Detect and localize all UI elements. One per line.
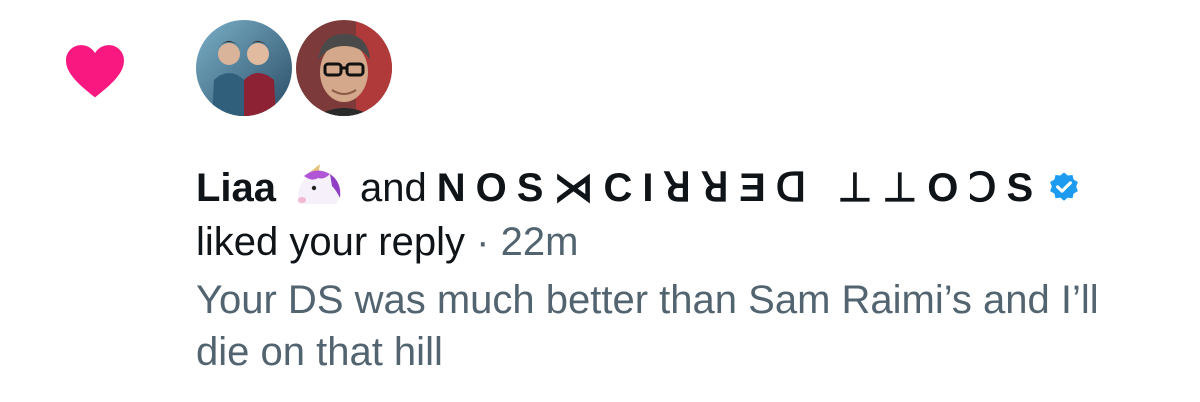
separator-dot: · [476,220,490,264]
timestamp[interactable]: 22m [501,220,579,264]
reply-text[interactable]: Your DS was much better than Sam Raimi’s… [196,274,1156,378]
unicorn-emoji [297,164,341,204]
avatar-user-2[interactable] [296,20,392,116]
action-text: liked your reply [196,220,466,264]
notification-action: liked your reply · 22m [196,216,1186,268]
avatar-user-1[interactable] [196,20,292,116]
verified-badge-icon [1050,172,1079,201]
user1-name[interactable]: Liaa [196,160,276,216]
notification-names: Liaa and NOS⋊CIꓤꓤƎᗡ ⊥⊥OↃS [196,160,1186,216]
heart-icon [66,45,124,98]
user2-name[interactable]: NOS⋊CIꓤꓤƎᗡ ⊥⊥OↃS [437,160,1043,216]
notification-content[interactable]: Liaa and NOS⋊CIꓤꓤƎᗡ ⊥⊥OↃS liked your rep… [196,160,1186,378]
connector-text: and [360,166,427,210]
